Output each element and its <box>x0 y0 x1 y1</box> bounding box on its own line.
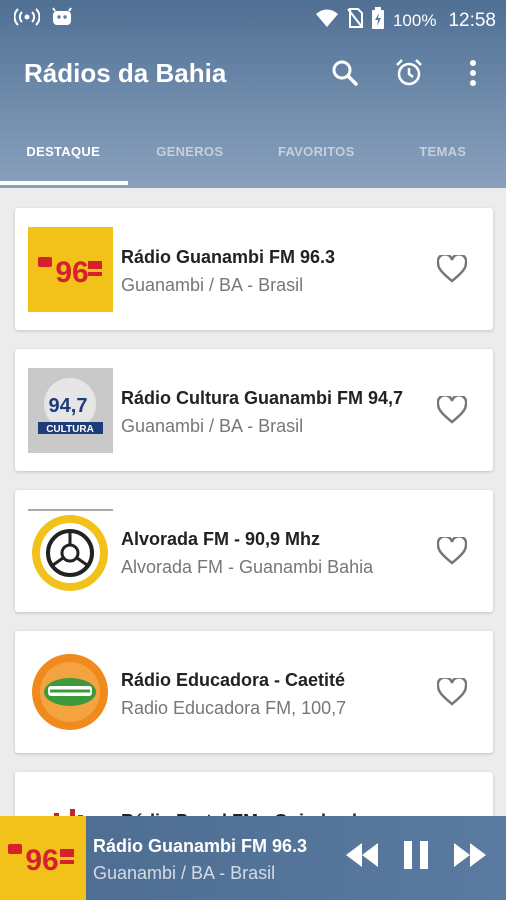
heart-outline-icon <box>436 253 468 283</box>
tab-favoritos[interactable]: FAVORITOS <box>253 132 380 188</box>
player-station-location: Guanambi / BA - Brasil <box>93 863 276 883</box>
station-logo: 94,7 CULTURA <box>28 368 113 453</box>
battery-percent: 100% <box>392 10 437 30</box>
favorite-button[interactable] <box>436 535 468 565</box>
tab-temas[interactable]: TEMAS <box>380 132 506 188</box>
station-logo: 96 <box>28 227 113 312</box>
svg-text:96: 96 <box>25 844 58 877</box>
station-card[interactable]: 94,7 CULTURA Rádio Cultura Guanambi FM 94… <box>15 349 493 471</box>
app-header: 100% 12:58 Rádios da Bahia DESTAQUE GENE… <box>0 0 506 188</box>
favorite-button[interactable] <box>436 253 468 283</box>
station-card[interactable]: Rádio Educadora - Caetité Radio Educador… <box>15 631 493 753</box>
alarm-clock-icon <box>396 59 422 86</box>
fast-forward-icon <box>454 843 486 867</box>
heart-outline-icon <box>436 394 468 424</box>
tab-generos[interactable]: GENEROS <box>127 132 254 188</box>
station-name: Rádio Guanambi FM 96.3 <box>121 247 336 267</box>
no-sim-icon <box>347 8 363 33</box>
station-name: Rádio Educadora - Caetité <box>121 670 346 690</box>
status-bar: 100% 12:58 <box>0 0 506 36</box>
heart-outline-icon <box>436 676 468 706</box>
station-logo <box>28 509 113 594</box>
station-location: Radio Educadora FM, 100,7 <box>121 698 347 718</box>
alarm-button[interactable] <box>394 58 424 88</box>
pause-button[interactable] <box>402 840 430 875</box>
clock: 12:58 <box>448 9 496 31</box>
favorite-button[interactable] <box>436 394 468 424</box>
android-debug-icon <box>50 7 74 32</box>
player-station-logo: 96 <box>0 816 86 900</box>
heart-outline-icon <box>436 535 468 565</box>
tab-indicator <box>0 181 128 185</box>
player-station-name: Rádio Guanambi FM 96.3 <box>93 836 308 856</box>
svg-text:94,7: 94,7 <box>49 395 88 417</box>
station-logo <box>28 650 113 735</box>
hotspot-icon <box>13 7 41 32</box>
tab-bar: DESTAQUE GENEROS FAVORITOS TEMAS <box>0 132 506 188</box>
favorite-button[interactable] <box>436 676 468 706</box>
wifi-icon <box>315 8 339 33</box>
search-icon <box>332 60 358 86</box>
more-vert-icon <box>470 60 476 86</box>
rewind-icon <box>346 843 378 867</box>
battery-icon <box>371 7 385 34</box>
svg-text:CULTURA: CULTURA <box>46 424 94 435</box>
station-list: 96 Rádio Guanambi FM 96.3 Guanambi / BA … <box>15 208 493 900</box>
station-name: Rádio Cultura Guanambi FM 94,7 <box>121 388 404 408</box>
station-name: Alvorada FM - 90,9 Mhz <box>121 529 321 549</box>
station-location: Guanambi / BA - Brasil <box>121 416 304 436</box>
tab-destaque[interactable]: DESTAQUE <box>0 132 127 188</box>
station-card[interactable]: Alvorada FM - 90,9 Mhz Alvorada FM - Gua… <box>15 490 493 612</box>
app-title: Rádios da Bahia <box>24 58 227 88</box>
fast-forward-button[interactable] <box>452 841 488 874</box>
station-location: Guanambi / BA - Brasil <box>121 275 304 295</box>
mini-player[interactable]: 96 Rádio Guanambi FM 96.3 Guanambi / BA … <box>0 816 506 900</box>
station-location: Alvorada FM - Guanambi Bahia <box>121 557 374 577</box>
search-button[interactable] <box>330 58 360 88</box>
pause-icon <box>404 841 428 869</box>
overflow-menu-button[interactable] <box>458 58 488 88</box>
rewind-button[interactable] <box>344 841 380 874</box>
svg-text:96: 96 <box>55 256 88 289</box>
station-card[interactable]: 96 Rádio Guanambi FM 96.3 Guanambi / BA … <box>15 208 493 330</box>
